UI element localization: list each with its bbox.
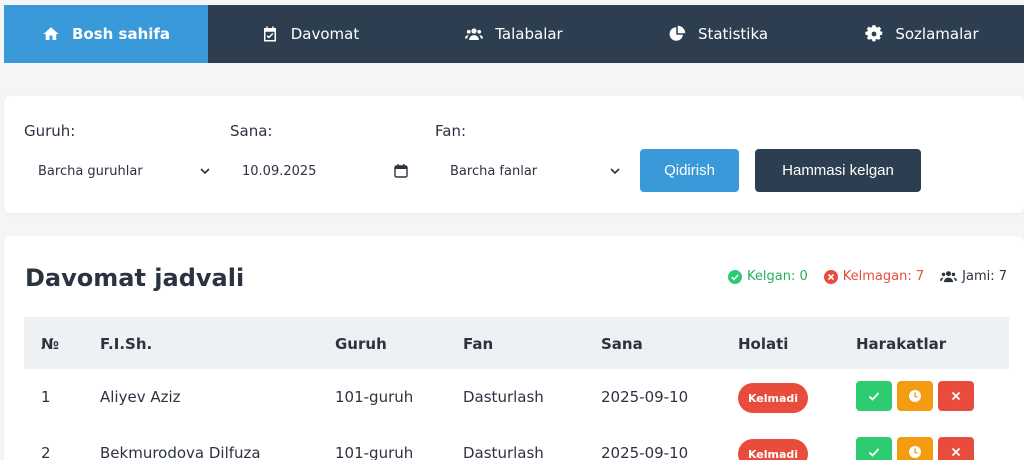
check-circle-icon [728, 269, 743, 284]
clock-icon [909, 446, 921, 458]
header-status: Holati [738, 335, 789, 353]
nav-item-attendance[interactable]: Davomat [208, 5, 412, 63]
row-date: 2025-09-10 [601, 444, 689, 460]
nav-item-label: Talabalar [495, 25, 563, 43]
gear-icon [865, 25, 883, 42]
table-title: Davomat jadvali [25, 264, 245, 292]
nav-item-statistics[interactable]: Statistika [616, 5, 820, 63]
users-icon [940, 271, 958, 283]
chevron-down-icon [200, 168, 210, 175]
present-count-text: Kelgan: 0 [747, 269, 808, 284]
home-icon [43, 27, 59, 40]
row-number: 1 [41, 388, 51, 406]
header-number: № [41, 335, 60, 353]
users-icon [465, 28, 484, 40]
subject-filter-label: Fan: [435, 122, 467, 140]
check-icon [868, 392, 880, 401]
table-row: 1 Aliyev Aziz 101-guruh Dasturlash 2025-… [24, 371, 1009, 425]
check-icon [868, 448, 880, 457]
nav-item-label: Statistika [697, 25, 769, 43]
row-group: 101-guruh [335, 388, 414, 406]
nav-item-students[interactable]: Talabalar [412, 5, 616, 63]
header-date: Sana [601, 335, 643, 353]
absent-count: Kelmagan: 7 [823, 268, 925, 285]
calendar-check-icon [263, 26, 276, 42]
row-subject: Dasturlash [463, 444, 544, 460]
mark-absent-button[interactable] [938, 381, 974, 411]
close-icon [951, 391, 961, 401]
close-icon [951, 447, 961, 457]
total-count: Jami: 7 [940, 268, 1007, 285]
date-input[interactable]: 10.09.2025 [228, 152, 418, 190]
header-group: Guruh [335, 335, 387, 353]
group-select-value: Barcha guruhlar [38, 163, 143, 179]
attendance-stats: Kelgan: 0 Kelmagan: 7 Jami: 7 [728, 268, 1007, 285]
header-actions: Harakatlar [856, 335, 947, 353]
row-name: Bekmurodova Dilfuza [100, 444, 261, 460]
nav-item-settings[interactable]: Sozlamalar [820, 5, 1024, 63]
calendar-icon[interactable] [394, 164, 408, 178]
nav-item-label: Davomat [290, 25, 360, 43]
row-number: 2 [41, 444, 51, 460]
mark-present-button[interactable] [856, 381, 892, 411]
row-name: Aliyev Aziz [100, 388, 181, 406]
nav-item-label: Sozlamalar [895, 25, 979, 43]
status-badge: Kelmadi [738, 439, 808, 460]
header-subject: Fan [463, 335, 494, 353]
table-header: № F.I.Sh. Guruh Fan Sana Holati Harakatl… [24, 317, 1009, 369]
attendance-table-card: Davomat jadvali Kelgan: 0 Kelmagan: 7 Ja… [4, 236, 1024, 460]
mark-all-present-button[interactable]: Hammasi kelgan [755, 149, 921, 192]
absent-count-text: Kelmagan: 7 [842, 269, 925, 284]
chevron-down-icon [610, 168, 620, 175]
date-filter-label: Sana: [230, 122, 273, 140]
present-count: Kelgan: 0 [728, 268, 808, 285]
main-nav: Bosh sahifa Davomat Talabalar Statistika… [4, 5, 1024, 63]
subject-select[interactable]: Barcha fanlar [436, 152, 630, 190]
table-row: 2 Bekmurodova Dilfuza 101-guruh Dasturla… [24, 427, 1009, 460]
search-button[interactable]: Qidirish [640, 149, 739, 192]
row-subject: Dasturlash [463, 388, 544, 406]
row-date: 2025-09-10 [601, 388, 689, 406]
status-badge: Kelmadi [738, 383, 808, 413]
group-filter-label: Guruh: [24, 122, 76, 140]
x-circle-icon [823, 269, 838, 284]
nav-item-home[interactable]: Bosh sahifa [4, 5, 208, 63]
pie-chart-icon [669, 25, 686, 41]
mark-absent-button[interactable] [938, 437, 974, 460]
row-group: 101-guruh [335, 444, 414, 460]
nav-item-label: Bosh sahifa [71, 25, 171, 43]
mark-late-button[interactable] [897, 381, 933, 411]
filter-panel: Guruh: Barcha guruhlar Sana: 10.09.2025 … [4, 96, 1024, 213]
group-select[interactable]: Barcha guruhlar [24, 152, 220, 190]
mark-present-button[interactable] [856, 437, 892, 460]
date-input-value: 10.09.2025 [242, 163, 317, 179]
total-count-text: Jami: 7 [962, 269, 1007, 284]
clock-icon [909, 390, 921, 402]
header-name: F.I.Sh. [100, 335, 153, 353]
mark-late-button[interactable] [897, 437, 933, 460]
subject-select-value: Barcha fanlar [450, 163, 538, 179]
